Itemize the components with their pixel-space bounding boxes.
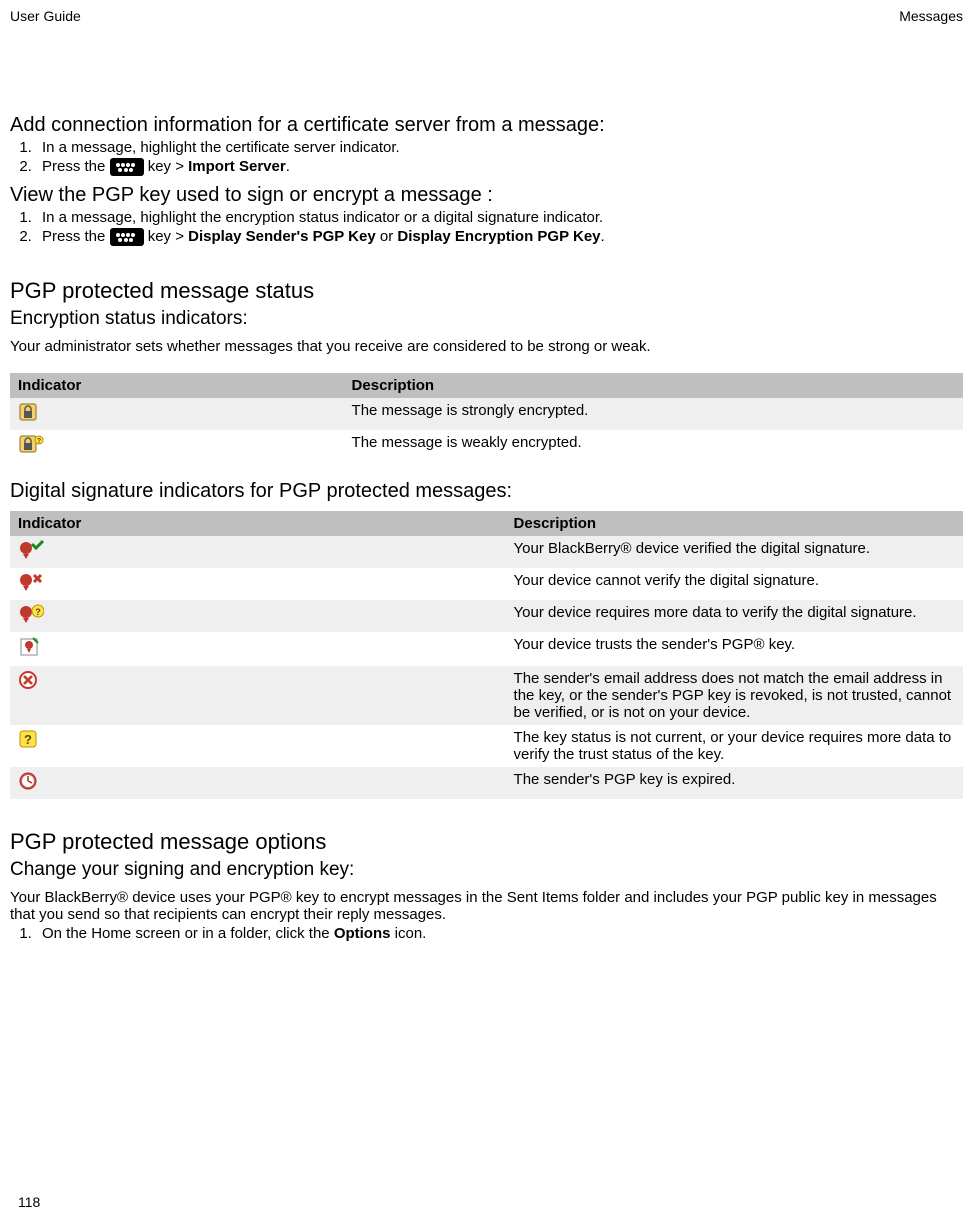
list-item: On the Home screen or in a folder, click… [36, 925, 963, 944]
heading-pgp-options: PGP protected message options [10, 829, 963, 855]
menu-key-icon [110, 228, 144, 246]
page-header: User Guide Messages [10, 8, 963, 24]
list-item: In a message, highlight the certificate … [36, 139, 963, 158]
table-row: Your BlackBerry® device verified the dig… [10, 536, 963, 568]
svg-text:?: ? [37, 438, 41, 445]
ribbon-trust-icon [18, 636, 40, 662]
table-signature-indicators: Indicator Description Your BlackBerry® d… [10, 511, 963, 799]
th-description: Description [344, 373, 963, 398]
table-row: ? The key status is not current, or your… [10, 725, 963, 767]
heading-encryption-indicators: Encryption status indicators: [10, 308, 963, 330]
svg-text:?: ? [35, 607, 41, 617]
cell-desc: Your device requires more data to verify… [506, 600, 963, 632]
table-row: ? The message is weakly encrypted. [10, 430, 963, 462]
cell-desc: Your BlackBerry® device verified the dig… [506, 536, 963, 568]
steps-add-connection: In a message, highlight the certificate … [10, 139, 963, 178]
ribbon-check-icon [18, 540, 44, 564]
list-item: Press the key > Display Sender's PGP Key… [36, 228, 963, 248]
list-item: In a message, highlight the encryption s… [36, 209, 963, 228]
steps-view-pgp-key: In a message, highlight the encryption s… [10, 209, 963, 248]
heading-view-pgp-key: View the PGP key used to sign or encrypt… [10, 184, 963, 207]
cell-desc: The message is weakly encrypted. [344, 430, 963, 462]
yellow-question-icon: ? [18, 729, 38, 753]
intro-encryption: Your administrator sets whether messages… [10, 338, 963, 355]
heading-add-connection: Add connection information for a certifi… [10, 114, 963, 137]
heading-digital-signature: Digital signature indicators for PGP pro… [10, 480, 963, 503]
table-row: Your device cannot verify the digital si… [10, 568, 963, 600]
table-encryption-indicators: Indicator Description The message is str… [10, 373, 963, 462]
cell-desc: The message is strongly encrypted. [344, 398, 963, 430]
table-row: The message is strongly encrypted. [10, 398, 963, 430]
th-indicator: Indicator [10, 511, 506, 536]
cell-desc: The key status is not current, or your d… [506, 725, 963, 767]
menu-key-icon [110, 158, 144, 176]
steps-options: On the Home screen or in a folder, click… [10, 925, 963, 944]
ribbon-question-icon: ? [18, 604, 44, 628]
table-row: The sender's PGP key is expired. [10, 767, 963, 799]
th-description: Description [506, 511, 963, 536]
page-number: 118 [18, 1194, 40, 1210]
circle-x-icon [18, 670, 38, 694]
table-row: The sender's email address does not matc… [10, 666, 963, 725]
th-indicator: Indicator [10, 373, 344, 398]
table-row: Your device trusts the sender's PGP® key… [10, 632, 963, 666]
lock-strong-icon [18, 402, 38, 426]
heading-change-key: Change your signing and encryption key: [10, 859, 963, 881]
table-row: ? Your device requires more data to veri… [10, 600, 963, 632]
cell-desc: The sender's email address does not matc… [506, 666, 963, 725]
ribbon-x-icon [18, 572, 44, 596]
heading-pgp-status: PGP protected message status [10, 278, 963, 304]
header-left: User Guide [10, 8, 81, 24]
clock-expired-icon [18, 771, 38, 795]
cell-desc: The sender's PGP key is expired. [506, 767, 963, 799]
cell-desc: Your device cannot verify the digital si… [506, 568, 963, 600]
cell-desc: Your device trusts the sender's PGP® key… [506, 632, 963, 666]
intro-options: Your BlackBerry® device uses your PGP® k… [10, 889, 963, 923]
list-item: Press the key > Import Server. [36, 158, 963, 178]
svg-text:?: ? [24, 732, 32, 747]
lock-weak-icon: ? [18, 434, 44, 458]
header-right: Messages [899, 8, 963, 24]
